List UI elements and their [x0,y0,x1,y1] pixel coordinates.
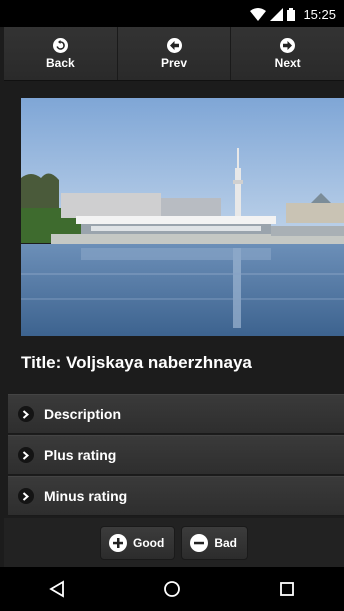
square-recents-icon [279,582,294,596]
minus-rating-row[interactable]: Minus rating [8,476,344,516]
status-icons: 15:25 [250,5,336,23]
arrow-left-icon [166,37,182,53]
plus-icon [109,533,127,552]
plus-rating-label: Plus rating [44,447,117,463]
circle-home-icon [164,581,180,597]
vote-bar: Good Bad [4,518,344,567]
content-area: Title: Voljskaya naberzhnaya Description… [4,81,344,567]
minus-icon [190,533,209,552]
chevron-right-icon [18,406,34,422]
good-label: Good [133,535,165,550]
nav-recents-button[interactable] [263,569,311,609]
back-button[interactable]: Back [4,27,118,80]
place-photo [21,98,344,336]
nav-home-button[interactable] [148,569,196,609]
arrow-right-icon [280,37,296,53]
next-label: Next [274,55,301,70]
chevron-right-icon [18,447,34,463]
toolbar: Back Prev Next [4,27,344,81]
place-title: Title: Voljskaya naberzhnaya [21,353,252,372]
back-icon [52,37,68,53]
next-button[interactable]: Next [231,27,344,80]
navigation-bar [0,567,344,611]
prev-label: Prev [160,55,188,70]
wifi-icon [250,7,267,21]
plus-rating-row[interactable]: Plus rating [8,435,344,475]
signal-icon [270,7,284,21]
nav-back-button[interactable] [33,569,81,609]
back-label: Back [45,55,75,70]
bad-label: Bad [214,535,237,550]
minus-rating-label: Minus rating [44,488,128,504]
prev-button[interactable]: Prev [117,27,232,80]
good-button[interactable]: Good [100,525,176,560]
triangle-back-icon [49,580,65,598]
bad-button[interactable]: Bad [181,525,248,560]
status-bar: 15:25 [0,0,344,27]
status-time: 15:25 [303,6,336,22]
chevron-right-icon [18,488,34,504]
description-label: Description [44,406,122,422]
description-row[interactable]: Description [8,394,344,434]
battery-icon [287,7,296,21]
